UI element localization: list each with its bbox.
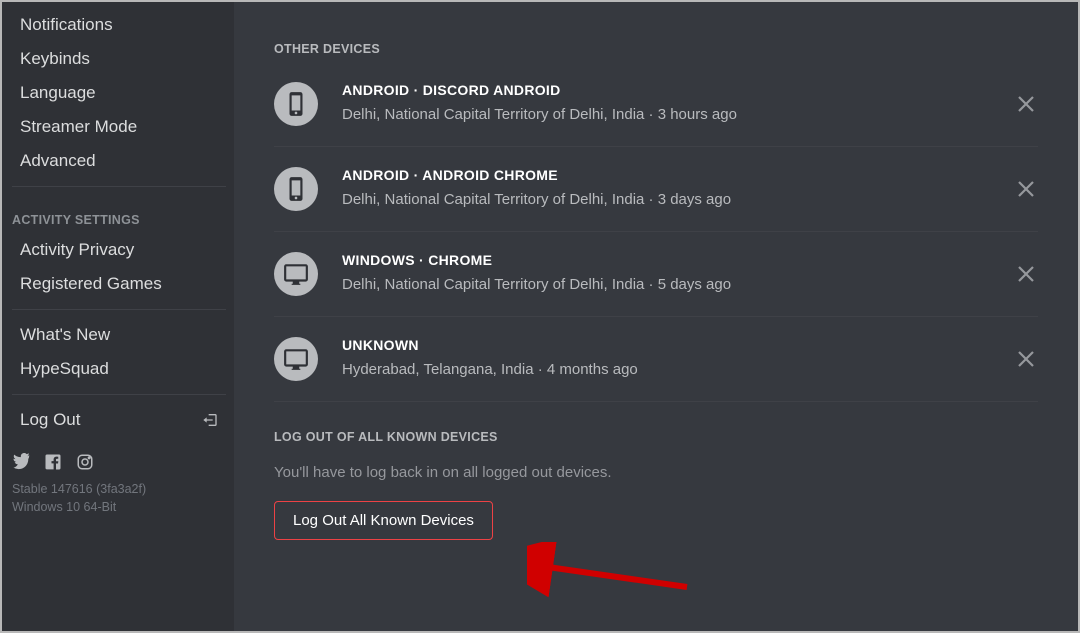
sidebar-item-log-out[interactable]: Log Out — [12, 403, 226, 437]
device-text: WINDOWS · CHROME Delhi, National Capital … — [318, 252, 1014, 293]
devices-list: ANDROID · DISCORD ANDROID Delhi, National… — [274, 76, 1038, 402]
logout-all-description: You'll have to log back in on all logged… — [274, 464, 1038, 481]
device-title: UNKNOWN — [342, 337, 1014, 353]
sidebar-item-whats-new[interactable]: What's New — [12, 318, 226, 352]
sidebar-item-registered-games[interactable]: Registered Games — [12, 267, 226, 301]
sidebar-item-notifications[interactable]: Notifications — [12, 8, 226, 42]
phone-icon — [274, 82, 318, 126]
sidebar-item-activity-privacy[interactable]: Activity Privacy — [12, 233, 226, 267]
sidebar-item-advanced[interactable]: Advanced — [12, 144, 226, 178]
sidebar-item-streamer-mode[interactable]: Streamer Mode — [12, 110, 226, 144]
settings-sidebar: Notifications Keybinds Language Streamer… — [2, 2, 234, 631]
device-text: ANDROID · ANDROID CHROME Delhi, National … — [318, 167, 1014, 208]
device-row: UNKNOWN Hyderabad, Telangana, India · 4 m… — [274, 317, 1038, 402]
device-row: WINDOWS · CHROME Delhi, National Capital … — [274, 232, 1038, 317]
device-row: ANDROID · ANDROID CHROME Delhi, National … — [274, 147, 1038, 232]
sidebar-item-language[interactable]: Language — [12, 76, 226, 110]
device-subtitle: Delhi, National Capital Territory of Del… — [342, 106, 1014, 123]
phone-icon — [274, 167, 318, 211]
device-row: ANDROID · DISCORD ANDROID Delhi, National… — [274, 76, 1038, 147]
close-icon[interactable] — [1014, 92, 1038, 116]
facebook-icon[interactable] — [44, 453, 62, 471]
desktop-icon — [274, 337, 318, 381]
device-subtitle: Delhi, National Capital Territory of Del… — [342, 191, 1014, 208]
device-subtitle: Hyderabad, Telangana, India · 4 months a… — [342, 361, 1014, 378]
device-title: WINDOWS · CHROME — [342, 252, 1014, 268]
version-os: Windows 10 64-Bit — [12, 499, 226, 517]
close-icon[interactable] — [1014, 262, 1038, 286]
log-out-label: Log Out — [20, 410, 81, 430]
version-info: Stable 147616 (3fa3a2f) Windows 10 64-Bi… — [12, 481, 226, 516]
category-activity-settings: ACTIVITY SETTINGS — [12, 195, 226, 233]
device-text: ANDROID · DISCORD ANDROID Delhi, National… — [318, 82, 1014, 123]
twitter-icon[interactable] — [12, 453, 30, 471]
logout-all-header: LOG OUT OF ALL KNOWN DEVICES — [274, 430, 1038, 444]
sidebar-item-hype-squad[interactable]: HypeSquad — [12, 352, 226, 386]
other-devices-header: OTHER DEVICES — [274, 42, 1038, 56]
device-title: ANDROID · ANDROID CHROME — [342, 167, 1014, 183]
social-links — [12, 437, 226, 481]
logout-icon — [202, 412, 218, 428]
divider — [12, 186, 226, 187]
desktop-icon — [274, 252, 318, 296]
device-text: UNKNOWN Hyderabad, Telangana, India · 4 m… — [318, 337, 1014, 378]
device-subtitle: Delhi, National Capital Territory of Del… — [342, 276, 1014, 293]
logout-all-section: LOG OUT OF ALL KNOWN DEVICES You'll have… — [274, 402, 1038, 540]
close-icon[interactable] — [1014, 347, 1038, 371]
instagram-icon[interactable] — [76, 453, 94, 471]
device-title: ANDROID · DISCORD ANDROID — [342, 82, 1014, 98]
divider — [12, 309, 226, 310]
logout-all-button[interactable]: Log Out All Known Devices — [274, 501, 493, 540]
divider — [12, 394, 226, 395]
version-build: Stable 147616 (3fa3a2f) — [12, 481, 226, 499]
sidebar-item-keybinds[interactable]: Keybinds — [12, 42, 226, 76]
main-content: OTHER DEVICES ANDROID · DISCORD ANDROID D… — [234, 2, 1078, 631]
close-icon[interactable] — [1014, 177, 1038, 201]
